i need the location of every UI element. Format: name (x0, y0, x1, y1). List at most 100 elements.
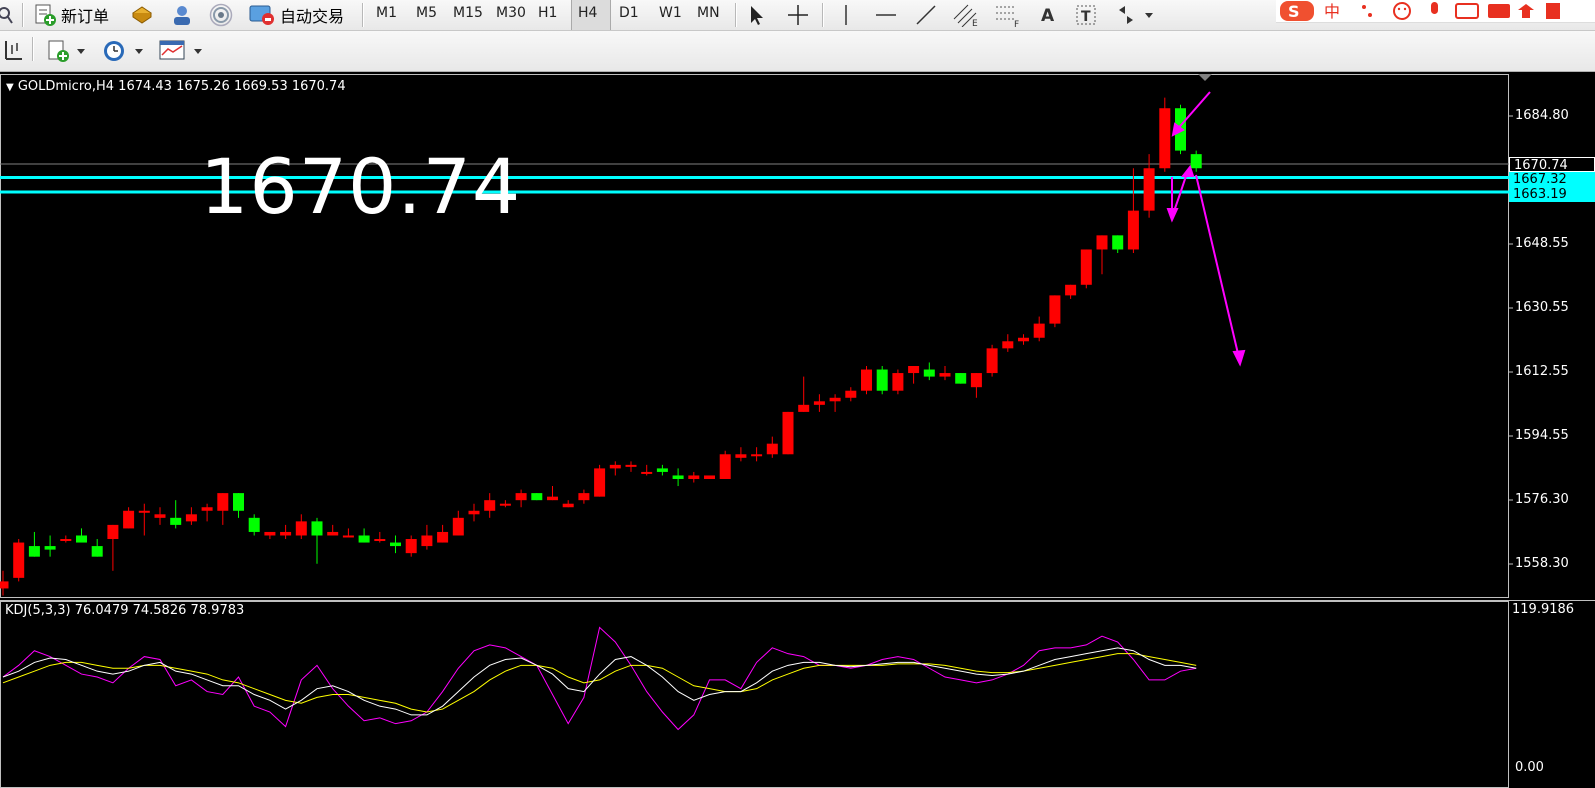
timeframe-h1[interactable]: H1 (538, 5, 557, 21)
toolbar-separator (362, 3, 364, 27)
candle-body (1159, 108, 1171, 169)
periodicity-button[interactable] (102, 39, 146, 63)
chart-axis-icon[interactable] (2, 39, 24, 63)
candle-body (76, 535, 87, 543)
candle-body (452, 517, 464, 536)
timeframe-w1[interactable]: W1 (659, 5, 682, 21)
candle-body (594, 468, 606, 497)
candle-body (861, 369, 872, 391)
candle-body (264, 531, 276, 536)
candle-body (688, 475, 700, 479)
trend-line-icon[interactable] (914, 3, 938, 27)
cursor-icon[interactable] (745, 3, 767, 27)
candle-body (531, 493, 543, 501)
indicator-title: KDJ(5,3,3) 76.0479 74.5826 78.9783 (5, 603, 245, 618)
chart-ohlc-label: 1674.43 1675.26 1669.53 1670.74 (118, 79, 346, 94)
indicator-axis-bottom: 0.00 (1515, 760, 1544, 775)
candle-body (923, 369, 935, 377)
horizontal-line-icon[interactable] (874, 3, 898, 27)
indicator-panel-border (0, 601, 1509, 788)
templates-button[interactable] (158, 39, 206, 63)
arrowhead-3 (1180, 164, 1195, 177)
keyboard-icon (1455, 3, 1479, 19)
tools-icon (1488, 4, 1510, 18)
level-lower-tag: 1663.19 (1509, 187, 1595, 202)
candle-body (1127, 210, 1139, 250)
candle-body (342, 535, 354, 538)
timeframe-mn[interactable]: MN (697, 5, 720, 21)
equidistant-channel-icon[interactable]: E (952, 3, 980, 27)
candle-body (233, 493, 244, 511)
arrows-icon (1119, 6, 1153, 24)
clock-icon (104, 41, 143, 61)
candle-body (970, 373, 982, 388)
candle-body (217, 493, 229, 511)
candle-body (562, 503, 574, 508)
toolbar-separator (32, 37, 34, 61)
timeframe-m30[interactable]: M30 (496, 5, 526, 21)
candle-body (751, 454, 763, 457)
candle-body (719, 454, 731, 479)
crosshair-icon[interactable] (786, 3, 810, 27)
current-price-tag: 1670.74 (1509, 157, 1595, 173)
chart-menu-icon[interactable]: ▼ (6, 82, 14, 93)
svg-text:T: T (1081, 9, 1091, 25)
candle-body (138, 510, 150, 513)
add-indicator-icon (48, 40, 85, 62)
emoji-icon (1393, 2, 1411, 20)
auto-trade-button[interactable]: 自动交易 (248, 3, 344, 27)
candle-body (892, 373, 904, 391)
price-axis-label: 1648.55 (1515, 236, 1569, 251)
level-upper-tag: 1667.32 (1509, 172, 1595, 187)
candle-body (107, 524, 119, 540)
ime-toolbar: S 中 (1276, 0, 1595, 23)
candle-body (845, 390, 857, 398)
timeframe-m1[interactable]: M1 (376, 5, 397, 21)
fibonacci-icon[interactable]: F (994, 3, 1022, 27)
grid-icon (1546, 3, 1560, 19)
arrows-dropdown-button[interactable] (1115, 3, 1155, 27)
timeframe-d1[interactable]: D1 (619, 5, 639, 21)
candle-body (1018, 337, 1029, 342)
add-indicator-button[interactable] (46, 39, 88, 63)
annotation-arrows (1166, 91, 1246, 367)
arrowhead-2 (1166, 208, 1179, 223)
candle-body (782, 411, 794, 455)
auto-trade-label: 自动交易 (280, 7, 345, 26)
book-icon[interactable] (130, 3, 154, 27)
candle-body (829, 397, 841, 402)
candle-body (735, 454, 747, 458)
kdj-d-line (2, 653, 1197, 713)
user-icon[interactable] (170, 3, 194, 27)
candle-body (468, 510, 480, 515)
candle-body (515, 493, 527, 501)
candle-body (1143, 168, 1155, 211)
price-axis-label: 1576.30 (1515, 492, 1569, 507)
candle-body (625, 464, 637, 467)
candle-body (13, 542, 25, 578)
timeframe-h4[interactable]: H4 (578, 5, 597, 21)
candle-body (609, 464, 621, 469)
search-icon[interactable] (0, 3, 14, 27)
signal-icon[interactable] (208, 3, 234, 27)
candle-body (499, 503, 511, 506)
candle-body (578, 493, 590, 501)
text-tool-icon[interactable]: A (1038, 3, 1058, 27)
new-order-button[interactable]: 新订单 (33, 3, 109, 27)
svg-text:F: F (1014, 20, 1019, 27)
text-label-icon[interactable]: T (1074, 3, 1098, 27)
chart-window[interactable]: ▼ GOLDmicro,H4 1674.43 1675.26 1669.53 1… (0, 72, 1595, 788)
candle-body (908, 365, 920, 374)
candle-body (374, 539, 386, 542)
vertical-line-icon[interactable] (836, 3, 856, 27)
timeframe-m5[interactable]: M5 (416, 5, 437, 21)
toolbar-separator (22, 3, 24, 27)
price-axis-label: 1684.80 (1515, 108, 1569, 123)
auto-trade-icon (249, 5, 274, 25)
kdj-lines (2, 626, 1197, 731)
timeframe-m15[interactable]: M15 (453, 5, 483, 21)
annotation-arrow-4 (1195, 174, 1240, 359)
candle-body (123, 510, 135, 529)
candle-body (1112, 235, 1124, 250)
candle-body (28, 546, 40, 557)
